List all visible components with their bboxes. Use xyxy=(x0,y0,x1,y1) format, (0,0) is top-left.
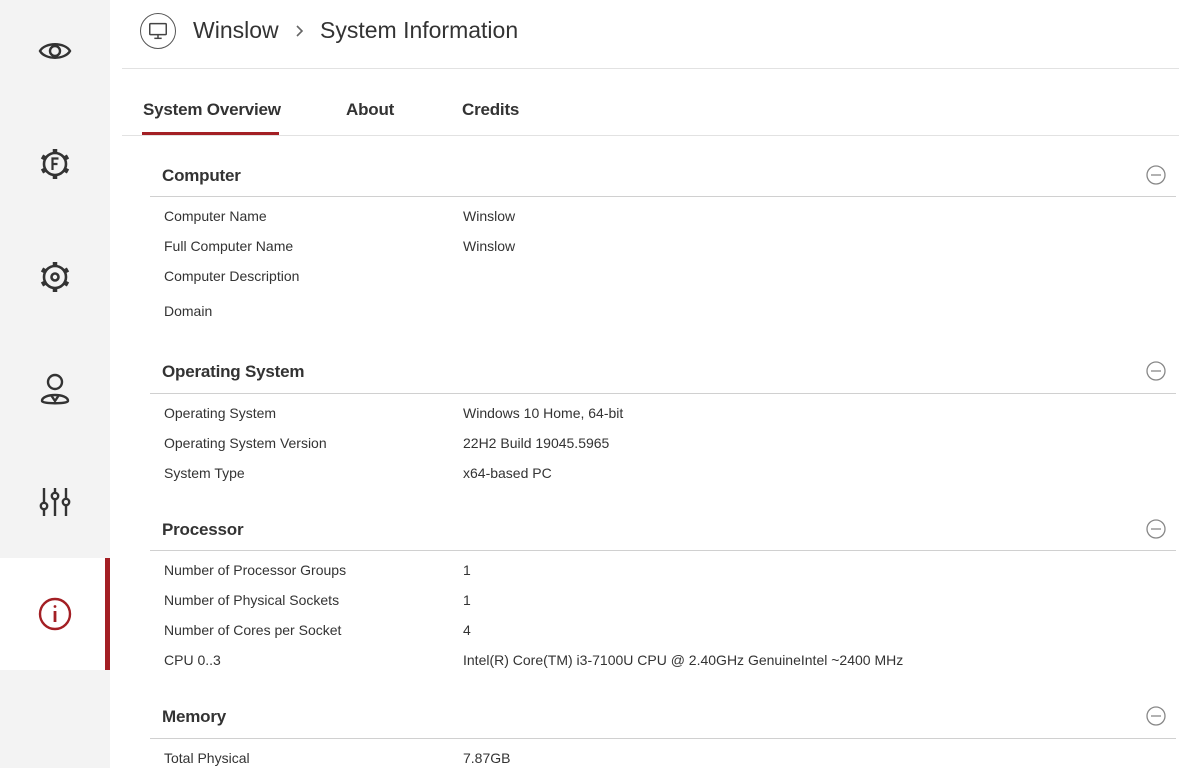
row-label: Computer Description xyxy=(164,268,300,284)
divider xyxy=(150,738,1176,739)
collapse-processor-icon[interactable] xyxy=(1146,519,1166,539)
sidebar-item-feature-settings[interactable] xyxy=(0,108,110,220)
sidebar-item-user[interactable] xyxy=(0,333,110,445)
info-icon xyxy=(38,597,72,631)
page-title: System Information xyxy=(320,17,519,43)
row-value: 1 xyxy=(463,592,471,608)
collapse-operating-system-icon[interactable] xyxy=(1146,361,1166,381)
gear-f-icon xyxy=(40,149,70,179)
section-title-operating-system: Operating System xyxy=(162,362,305,381)
monitor-icon xyxy=(140,13,176,49)
row-label: Full Computer Name xyxy=(164,238,294,254)
row-label: Number of Processor Groups xyxy=(164,562,347,578)
sidebar-item-settings[interactable] xyxy=(0,221,110,333)
row-label: Computer Name xyxy=(164,208,267,224)
tab-about[interactable]: About xyxy=(346,100,394,120)
row-label: Domain xyxy=(164,303,213,319)
collapse-computer-icon[interactable] xyxy=(1146,165,1166,185)
breadcrumb-computer[interactable]: Winslow xyxy=(193,17,279,44)
row-value: 7.87GB xyxy=(463,750,511,766)
row-label: Operating System xyxy=(164,405,277,421)
section-title-computer: Computer xyxy=(162,166,241,185)
row-label: Operating System Version xyxy=(164,435,327,451)
row-label: Number of Physical Sockets xyxy=(164,592,340,608)
row-value: 22H2 Build 19045.5965 xyxy=(463,435,610,451)
sidebar-item-adjustments[interactable] xyxy=(0,446,110,558)
row-value: Windows 10 Home, 64-bit xyxy=(463,405,624,421)
row-label: CPU 0..3 xyxy=(164,652,221,668)
row-value: x64-based PC xyxy=(463,465,552,481)
tab-credits[interactable]: Credits xyxy=(462,100,519,120)
gear-icon xyxy=(40,262,70,292)
divider xyxy=(150,196,1176,197)
collapse-memory-icon[interactable] xyxy=(1146,706,1166,726)
tab-system-overview[interactable]: System Overview xyxy=(143,100,281,120)
row-value: Intel(R) Core(TM) i3-7100U CPU @ 2.40GHz… xyxy=(463,652,904,668)
sliders-icon xyxy=(39,488,71,516)
header: Winslow System Information xyxy=(122,0,1179,69)
divider xyxy=(150,550,1176,551)
row-value: Winslow xyxy=(463,238,516,254)
chevron-right-icon xyxy=(296,25,304,37)
sidebar xyxy=(0,0,110,768)
user-icon xyxy=(40,373,70,405)
active-tab-indicator xyxy=(142,132,279,135)
divider xyxy=(150,393,1176,394)
row-value: 4 xyxy=(463,622,471,638)
eye-icon xyxy=(38,43,72,59)
tab-bar: System Overview About Credits xyxy=(122,70,1179,136)
row-label: Total Physical xyxy=(164,750,250,766)
row-value: Winslow xyxy=(463,208,516,224)
row-value: 1 xyxy=(463,562,471,578)
row-label: System Type xyxy=(164,465,245,481)
sidebar-item-view[interactable] xyxy=(0,0,110,107)
section-title-memory: Memory xyxy=(162,707,226,726)
sidebar-item-system-information[interactable] xyxy=(0,558,110,670)
row-label: Number of Cores per Socket xyxy=(164,622,342,638)
section-title-processor: Processor xyxy=(162,520,244,539)
